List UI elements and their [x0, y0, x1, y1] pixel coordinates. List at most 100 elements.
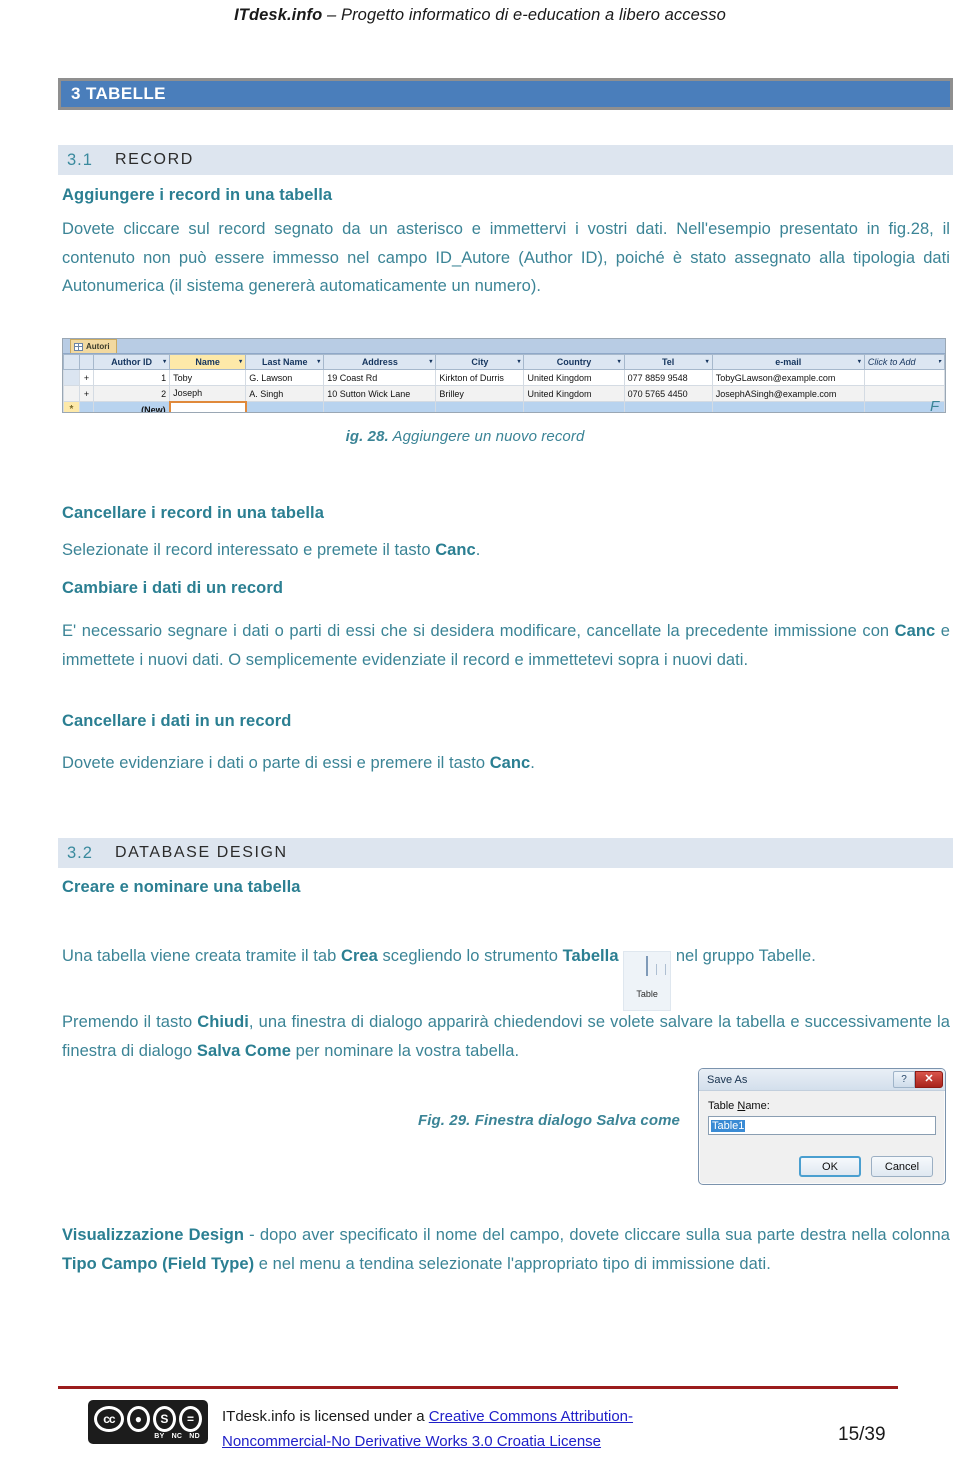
paragraph-design-view-part1: - dopo aver specificato il nome del camp…	[243, 1226, 950, 1244]
cell-last-name[interactable]: G. Lawson	[245, 369, 325, 386]
cc-nc-label: NC	[171, 1432, 183, 1440]
save-as-body: Table Name: Table1	[699, 1091, 945, 1135]
expand-row-button[interactable]: +	[79, 369, 95, 386]
save-as-window-buttons: ? ✕	[893, 1071, 943, 1088]
column-header-tel[interactable]: Tel ▾	[623, 354, 713, 370]
chevron-down-icon[interactable]: ▾	[858, 359, 861, 365]
column-header-country[interactable]: Country ▾	[523, 354, 625, 370]
column-header-country-label: Country	[556, 357, 592, 367]
select-all-corner[interactable]	[63, 354, 81, 370]
license-statement: ITdesk.info is licensed under a Creative…	[222, 1404, 782, 1454]
chevron-down-icon[interactable]: ▾	[938, 359, 941, 365]
header-dash: –	[322, 6, 341, 24]
subheading-change-data: Cambiare i dati di un record	[62, 579, 284, 597]
key-canc-3: Canc	[489, 754, 531, 772]
cell-city[interactable]: Brilley	[435, 385, 525, 402]
cell-name[interactable]: Toby	[169, 369, 247, 386]
chevron-down-icon[interactable]: ▾	[163, 359, 166, 365]
field-type-column-reference: Tipo Campo (Field Type)	[62, 1254, 255, 1273]
table-grid-icon	[646, 955, 667, 976]
cell-country[interactable]: United Kingdom	[523, 385, 625, 402]
save-as-dialog: Save As ? ✕ Table Name: Table1 OK Cancel	[698, 1068, 946, 1185]
header-tagline: Progetto informatico di e-education a li…	[340, 6, 726, 24]
figure-28-caption-prefix: ig. 28.	[345, 428, 389, 445]
table-grid-icon	[74, 342, 83, 351]
table-name-input[interactable]: Table1	[708, 1116, 936, 1135]
access-table-tab-label: Autori	[86, 342, 110, 351]
ok-button[interactable]: OK	[799, 1156, 861, 1177]
column-header-address[interactable]: Address ▾	[323, 354, 437, 370]
cell-click-to-add[interactable]	[863, 369, 945, 386]
new-record-last-name-cell[interactable]	[245, 401, 325, 412]
cc-by-icon: ●	[126, 1405, 150, 1432]
figure-29-caption-text: Finestra dialogo Salva come	[470, 1112, 680, 1129]
save-as-footer: OK Cancel	[699, 1156, 945, 1177]
cell-author-id[interactable]: 1	[93, 369, 171, 386]
cc-by-label: BY	[154, 1432, 165, 1440]
table-ribbon-icon[interactable]: Table	[623, 950, 672, 1011]
section-title-3-2: DATABASE DESIGN	[114, 844, 288, 861]
new-record-tel-cell[interactable]	[623, 401, 713, 412]
column-header-city[interactable]: City ▾	[435, 354, 525, 370]
new-record-city-cell[interactable]	[435, 401, 525, 412]
column-header-address-label: Address	[361, 357, 398, 367]
figure-28-caption: ig. 28. Aggiungere un nuovo record	[0, 428, 930, 445]
close-icon[interactable]: ✕	[915, 1071, 943, 1088]
chevron-down-icon[interactable]: ▾	[706, 359, 709, 365]
access-datasheet-table: Author ID ▾ Name ▾ Last Name ▾ Address ▾ Cit…	[63, 354, 945, 412]
save-as-title-bar: Save As ? ✕	[699, 1069, 945, 1091]
chevron-down-icon[interactable]: ▾	[429, 359, 432, 365]
chapter-heading-bar: 3 TABELLE	[58, 78, 953, 110]
chevron-down-icon[interactable]: ▾	[517, 359, 520, 365]
section-heading-3-2: 3.2 DATABASE DESIGN	[58, 838, 953, 868]
cancel-button[interactable]: Cancel	[871, 1156, 933, 1177]
table-row[interactable]: + 2 Joseph A. Singh 10 Sutton Wick Lane …	[63, 385, 945, 402]
subheading-delete-records: Cancellare i record in una tabella	[62, 504, 324, 522]
cc-abbreviations-row: BY NC ND	[94, 1433, 202, 1440]
row-selector[interactable]	[63, 385, 81, 402]
column-header-email[interactable]: e-mail ▾	[711, 354, 865, 370]
column-header-last-name[interactable]: Last Name ▾	[245, 354, 325, 370]
new-record-email-cell[interactable]	[711, 401, 865, 412]
column-header-click-to-add[interactable]: Click to Add ▾	[863, 354, 945, 370]
cell-country[interactable]: United Kingdom	[523, 369, 625, 386]
page-number: 15/39	[838, 1424, 886, 1445]
cc-nd-label: ND	[189, 1432, 200, 1440]
paragraph-delete-records-part2: .	[475, 541, 481, 559]
cell-tel[interactable]: 077 8859 9548	[623, 369, 713, 386]
expand-row-button[interactable]: +	[79, 385, 95, 402]
chevron-down-icon[interactable]: ▾	[618, 359, 621, 365]
cell-author-id[interactable]: 2	[93, 385, 171, 402]
paragraph-create-table-part3: nel gruppo Tabelle.	[671, 947, 816, 965]
column-header-click-to-add-label: Click to Add	[867, 357, 916, 367]
paragraph-add-records-part1: Dovete cliccare sul record segnato da un…	[62, 220, 911, 238]
column-header-name[interactable]: Name ▾	[169, 354, 247, 370]
cell-email[interactable]: JosephASingh@example.com	[711, 385, 865, 402]
chevron-down-icon[interactable]: ▾	[239, 359, 242, 365]
new-record-name-input[interactable]	[168, 400, 247, 412]
cc-nd-icon: =	[178, 1405, 202, 1432]
cell-name[interactable]: Joseph	[169, 385, 247, 402]
license-link-line2[interactable]: Noncommercial-No Derivative Works 3.0 Cr…	[222, 1433, 601, 1450]
new-record-country-cell[interactable]	[523, 401, 625, 412]
license-link-line1[interactable]: Creative Commons Attribution-	[429, 1408, 633, 1425]
cell-tel[interactable]: 070 5765 4450	[623, 385, 713, 402]
access-table-tab-autori[interactable]: Autori	[70, 339, 117, 353]
table-row[interactable]: + 1 Toby G. Lawson 19 Coast Rd Kirkton o…	[63, 369, 945, 386]
subheading-add-records: Aggiungere i record in una tabella	[62, 186, 333, 204]
help-icon[interactable]: ?	[893, 1071, 915, 1088]
cell-address[interactable]: 10 Sutton Wick Lane	[323, 385, 437, 402]
cell-email[interactable]: TobyGLawson@example.com	[711, 369, 865, 386]
chevron-down-icon[interactable]: ▾	[317, 359, 320, 365]
column-header-author-id[interactable]: Author ID ▾	[93, 354, 171, 370]
cell-last-name[interactable]: A. Singh	[245, 385, 325, 402]
row-selector[interactable]	[63, 369, 81, 386]
new-record-address-cell[interactable]	[323, 401, 437, 412]
paragraph-delete-records: Selezionate il record interessato e prem…	[62, 536, 950, 565]
paragraph-close-save-part3: per nominare la vostra tabella.	[290, 1041, 520, 1060]
new-record-row[interactable]: * (New)	[63, 400, 945, 412]
table-name-label-post: ame:	[745, 1100, 770, 1112]
column-header-author-id-label: Author ID	[111, 357, 153, 367]
cell-address[interactable]: 19 Coast Rd	[323, 369, 437, 386]
cell-city[interactable]: Kirkton of Durris	[435, 369, 525, 386]
